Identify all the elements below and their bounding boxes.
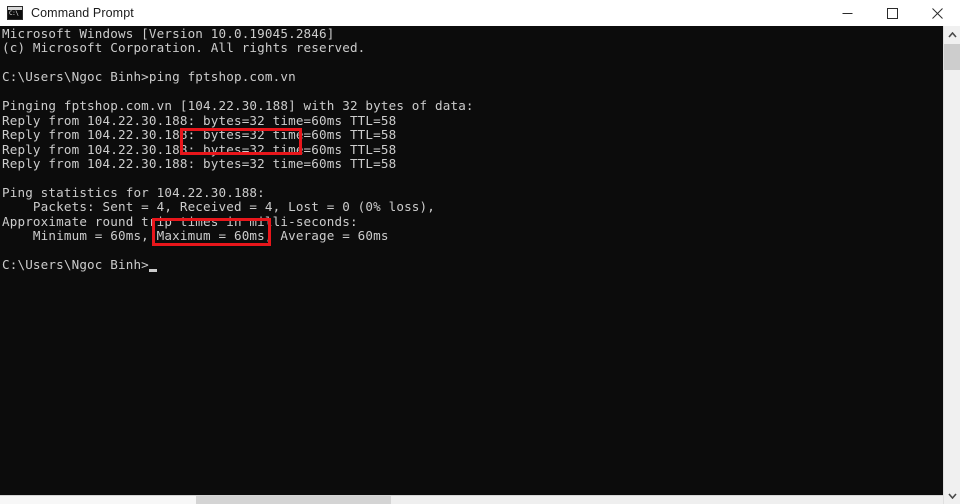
maximize-button[interactable] — [870, 0, 915, 26]
chevron-down-icon — [947, 492, 957, 499]
close-icon — [932, 7, 943, 19]
close-button[interactable] — [915, 0, 960, 26]
minimize-button[interactable] — [825, 0, 870, 26]
title-bar[interactable]: Command Prompt — [0, 0, 960, 26]
scroll-up-button[interactable] — [944, 26, 960, 43]
scroll-down-button[interactable] — [944, 487, 960, 504]
terminal-console[interactable]: Microsoft Windows [Version 10.0.19045.28… — [0, 26, 960, 504]
vertical-scrollbar-thumb[interactable] — [944, 44, 960, 70]
minimize-icon — [842, 12, 853, 14]
command-prompt-window: Command Prompt Microsoft Windows [V — [0, 0, 960, 504]
chevron-up-icon — [947, 31, 957, 38]
window-title: Command Prompt — [31, 6, 134, 20]
horizontal-scrollbar-track[interactable] — [0, 496, 196, 504]
vertical-scrollbar[interactable] — [943, 26, 960, 504]
maximize-icon — [887, 7, 898, 19]
console-output: Microsoft Windows [Version 10.0.19045.28… — [2, 26, 474, 273]
window-controls — [825, 0, 960, 26]
text-cursor — [148, 268, 157, 272]
horizontal-scrollbar[interactable] — [0, 495, 943, 504]
command-prompt-icon — [7, 6, 23, 20]
horizontal-scrollbar-thumb[interactable] — [196, 496, 391, 504]
